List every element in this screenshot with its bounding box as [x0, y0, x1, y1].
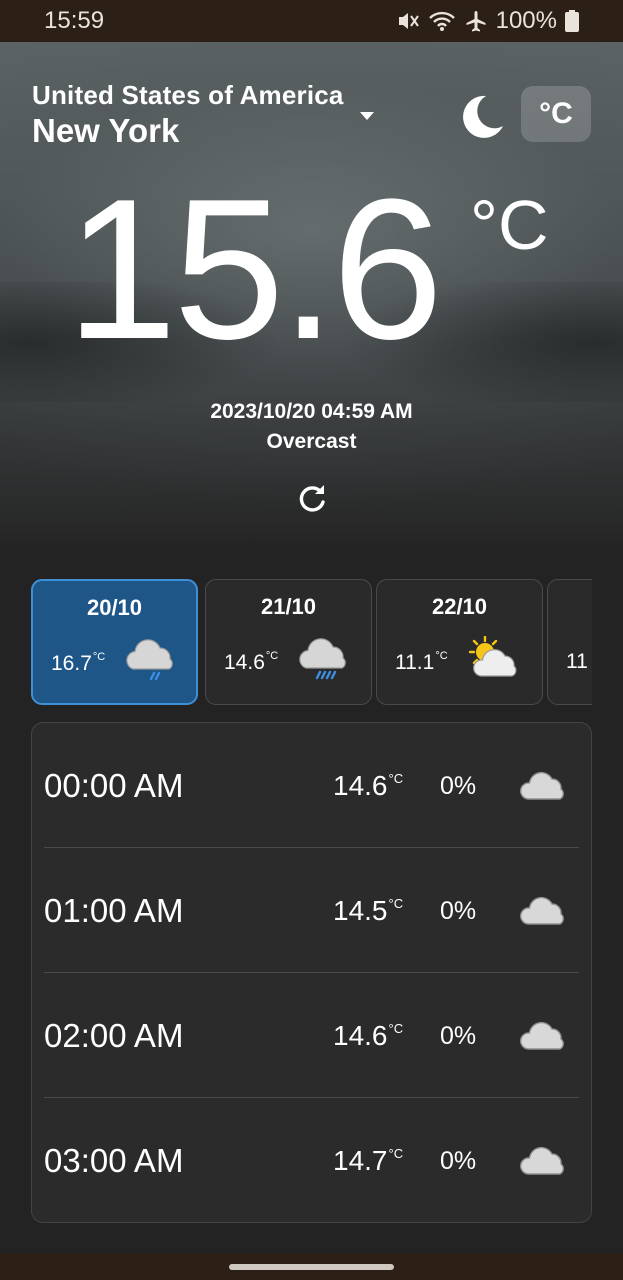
hour-temperature: 14.7°C — [333, 1145, 404, 1176]
status-icons: 100% — [396, 7, 579, 35]
cloud-icon — [520, 771, 564, 800]
current-temperature-unit: °C — [470, 186, 549, 264]
unit-toggle-button[interactable]: °C — [521, 86, 591, 142]
partly-sunny-icon — [468, 636, 517, 677]
battery-icon — [565, 10, 579, 32]
list-item[interactable]: 00:00 AM 14.6°C 0% — [44, 723, 579, 848]
hour-time: 03:00 AM — [44, 1142, 184, 1179]
list-item[interactable]: 02:00 AM 14.6°C 0% — [44, 973, 579, 1098]
home-gesture-bar[interactable] — [229, 1264, 394, 1270]
hour-time: 01:00 AM — [44, 892, 184, 929]
status-time: 15:59 — [44, 7, 105, 34]
wifi-icon — [428, 11, 455, 31]
hour-temperature: 14.5°C — [333, 895, 404, 926]
refresh-icon[interactable] — [294, 480, 330, 516]
weather-condition: Overcast — [266, 430, 357, 453]
day-temperature: 16.7°C — [51, 651, 106, 675]
list-item[interactable]: 01:00 AM 14.5°C 0% — [44, 848, 579, 973]
hourly-forecast-list[interactable]: 00:00 AM 14.6°C 0% 01:00 AM 14.5°C 0% 02… — [31, 722, 592, 1223]
day-card[interactable]: 21/10 14.6°C — [205, 579, 372, 705]
day-temperature: 14.6°C — [224, 650, 279, 674]
current-weather-panel: United States of America New York °C 15.… — [0, 42, 623, 542]
precipitation-chance: 0% — [440, 1022, 477, 1050]
precipitation-chance: 0% — [440, 772, 477, 800]
chevron-down-icon[interactable] — [360, 112, 374, 120]
day-date: 20/10 — [86, 595, 143, 620]
day-date: 21/10 — [260, 594, 317, 619]
moon-icon[interactable] — [456, 90, 508, 142]
hour-time: 02:00 AM — [44, 1017, 184, 1054]
cloud-icon — [520, 1021, 564, 1050]
current-temperature: 15.6 — [66, 158, 443, 381]
status-bar: 15:59 100% — [0, 0, 623, 42]
day-card[interactable]: 20/10 16.7°C — [31, 579, 198, 705]
day-card[interactable]: 22/10 11.1°C — [376, 579, 543, 705]
mute-icon — [398, 13, 419, 29]
hour-temperature: 14.6°C — [333, 770, 404, 801]
daily-forecast-strip[interactable]: 20/10 16.7°C 21/10 14.6°C 22/10 11.1°C 1… — [31, 579, 592, 705]
observation-datetime: 2023/10/20 04:59 AM — [210, 400, 413, 423]
day-temperature: 11 — [566, 650, 588, 673]
rain-icon — [299, 638, 346, 680]
day-date: 22/10 — [431, 594, 488, 619]
airplane-icon — [466, 11, 486, 32]
navigation-bar — [0, 1253, 623, 1280]
cloud-icon — [520, 1146, 564, 1175]
hour-time: 00:00 AM — [44, 767, 184, 804]
day-card[interactable]: 11 — [547, 579, 592, 705]
battery-percent: 100% — [495, 7, 557, 34]
day-temperature: 11.1°C — [395, 650, 448, 674]
light-rain-icon — [126, 639, 173, 681]
precipitation-chance: 0% — [440, 1147, 477, 1175]
country-label[interactable]: United States of America — [32, 80, 344, 111]
precipitation-chance: 0% — [440, 897, 477, 925]
list-item[interactable]: 03:00 AM 14.7°C 0% — [44, 1098, 579, 1223]
cloud-icon — [520, 896, 564, 925]
city-label[interactable]: New York — [32, 112, 179, 150]
hour-temperature: 14.6°C — [333, 1020, 404, 1051]
